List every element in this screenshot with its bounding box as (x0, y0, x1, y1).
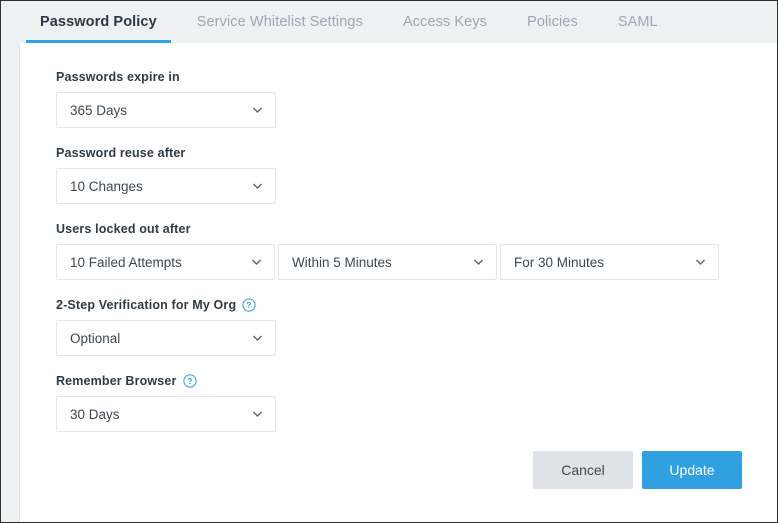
field-label: Users locked out after (56, 221, 719, 237)
select-row: 365 Days (56, 92, 276, 128)
field-users-locked-out-after: Users locked out after 10 Failed Attempt… (56, 221, 719, 280)
svg-text:?: ? (187, 376, 192, 386)
password-reuse-label: Password reuse after (56, 145, 185, 161)
field-remember-browser: Remember Browser ? 30 Days (56, 373, 276, 432)
update-button[interactable]: Update (642, 451, 742, 489)
chevron-down-icon (251, 408, 264, 421)
cancel-button[interactable]: Cancel (533, 451, 633, 489)
help-icon[interactable]: ? (183, 374, 197, 388)
lockout-window-select[interactable]: Within 5 Minutes (278, 244, 497, 280)
select-value: Within 5 Minutes (292, 255, 392, 270)
select-row: Optional (56, 320, 276, 356)
select-value: For 30 Minutes (514, 255, 604, 270)
field-label: 2-Step Verification for My Org ? (56, 297, 276, 313)
form-actions: Cancel Update (533, 451, 742, 489)
password-policy-form: Passwords expire in 365 Days Password re… (21, 43, 778, 522)
tab-list: Password Policy Service Whitelist Settin… (20, 1, 678, 43)
help-icon[interactable]: ? (242, 298, 256, 312)
select-value: Optional (70, 331, 120, 346)
select-row: 10 Failed Attempts Within 5 Minutes For … (56, 244, 719, 280)
field-label: Remember Browser ? (56, 373, 276, 389)
tab-label: Access Keys (403, 14, 487, 30)
tab-policies[interactable]: Policies (507, 1, 598, 43)
chevron-down-icon (251, 180, 264, 193)
field-label: Passwords expire in (56, 69, 276, 85)
select-row: 30 Days (56, 396, 276, 432)
select-value: 10 Changes (70, 179, 143, 194)
lockout-duration-select[interactable]: For 30 Minutes (500, 244, 719, 280)
password-reuse-select[interactable]: 10 Changes (56, 168, 276, 204)
chevron-down-icon (250, 256, 263, 269)
chevron-down-icon (472, 256, 485, 269)
tab-bar: Password Policy Service Whitelist Settin… (1, 1, 778, 43)
two-step-select[interactable]: Optional (56, 320, 276, 356)
remember-browser-label: Remember Browser (56, 373, 177, 389)
field-label: Password reuse after (56, 145, 276, 161)
chevron-down-icon (251, 332, 264, 345)
select-row: 10 Changes (56, 168, 276, 204)
tab-saml[interactable]: SAML (598, 1, 678, 43)
select-value: 30 Days (70, 407, 120, 422)
passwords-expire-label: Passwords expire in (56, 69, 180, 85)
lockout-attempts-select[interactable]: 10 Failed Attempts (56, 244, 275, 280)
password-policy-panel: Password Policy Service Whitelist Settin… (0, 0, 778, 523)
tab-label: Service Whitelist Settings (197, 14, 363, 30)
field-passwords-expire-in: Passwords expire in 365 Days (56, 69, 276, 128)
tab-label: Policies (527, 14, 578, 30)
field-password-reuse-after: Password reuse after 10 Changes (56, 145, 276, 204)
remember-browser-select[interactable]: 30 Days (56, 396, 276, 432)
tab-access-keys[interactable]: Access Keys (383, 1, 507, 43)
tab-label: Password Policy (40, 14, 157, 30)
tab-service-whitelist-settings[interactable]: Service Whitelist Settings (177, 1, 383, 43)
left-gutter (1, 1, 20, 522)
tab-password-policy[interactable]: Password Policy (20, 1, 177, 43)
select-value: 365 Days (70, 103, 127, 118)
two-step-label: 2-Step Verification for My Org (56, 297, 236, 313)
select-value: 10 Failed Attempts (70, 255, 182, 270)
passwords-expire-select[interactable]: 365 Days (56, 92, 276, 128)
users-locked-out-label: Users locked out after (56, 221, 191, 237)
tab-label: SAML (618, 14, 658, 30)
chevron-down-icon (694, 256, 707, 269)
field-two-step-verification: 2-Step Verification for My Org ? Optiona… (56, 297, 276, 356)
chevron-down-icon (251, 104, 264, 117)
svg-text:?: ? (247, 300, 252, 310)
